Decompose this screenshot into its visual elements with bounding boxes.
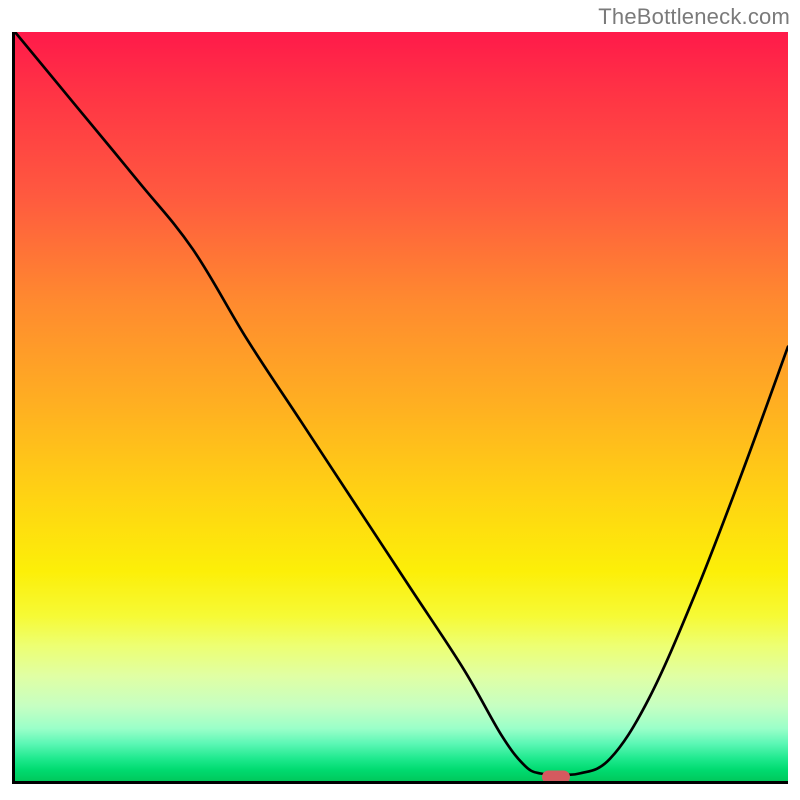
- plot-area: [12, 32, 788, 784]
- watermark-text: TheBottleneck.com: [598, 4, 790, 30]
- optimal-marker: [542, 771, 570, 784]
- bottleneck-curve: [15, 32, 788, 775]
- curve-svg: [15, 32, 788, 781]
- chart-container: TheBottleneck.com: [0, 0, 800, 800]
